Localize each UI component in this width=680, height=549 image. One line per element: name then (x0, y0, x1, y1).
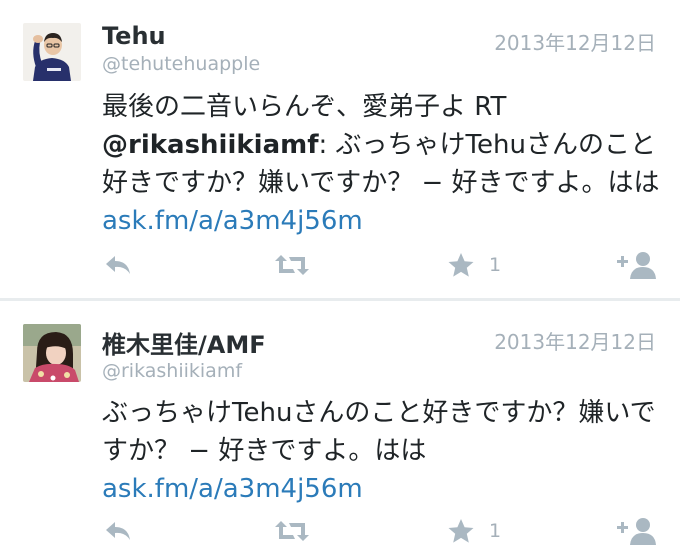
tweet-item[interactable]: Tehu @tehutehuapple 2013年12月12日 最後の二音いらん… (0, 0, 680, 298)
user-handle[interactable]: @rikashiikiamf (102, 360, 242, 382)
follow-icon (617, 252, 656, 279)
user-handle[interactable]: @tehutehuapple (102, 53, 260, 75)
avatar[interactable] (23, 23, 81, 81)
retweet-button[interactable] (275, 248, 309, 282)
favorite-button[interactable]: 1 (447, 514, 501, 548)
tweet-text-segment: 最後の二音いらんぞ、愛弟子よ RT (102, 92, 507, 122)
reply-icon (106, 522, 130, 540)
display-name[interactable]: 椎木里佳/AMF (102, 325, 266, 360)
tweet-text: ぶっちゃけTehuさんのこと好きですか？嫌いですか？ − 好きですよ。はは as… (102, 394, 667, 508)
favorite-count: 1 (489, 520, 502, 542)
favorite-count: 1 (489, 254, 502, 276)
tweet-actions: 1 (0, 248, 680, 282)
tweet-timestamp: 2013年12月12日 (494, 330, 656, 354)
display-name[interactable]: Tehu (102, 22, 166, 50)
url-link[interactable]: ask.fm/a/a3m4j56m (102, 206, 363, 236)
follow-button[interactable] (616, 514, 658, 548)
favorite-button[interactable]: 1 (447, 248, 501, 282)
star-icon (448, 253, 474, 277)
follow-button[interactable] (616, 248, 658, 282)
follow-icon (617, 518, 656, 545)
tweet-actions: 1 (0, 514, 680, 548)
tweet-text-segment: ぶっちゃけTehuさんのこと好きですか？嫌いですか？ − 好きですよ。はは (102, 398, 656, 466)
tweet-item[interactable]: 椎木里佳/AMF @rikashiikiamf 2013年12月12日 ぶっちゃ… (0, 302, 680, 549)
retweet-icon (275, 255, 309, 275)
reply-button[interactable] (104, 248, 132, 282)
tweet-text: 最後の二音いらんぞ、愛弟子よ RT @rikashiikiamf: ぶっちゃけT… (102, 88, 667, 240)
mention-link[interactable]: @rikashiikiamf (102, 130, 319, 160)
retweet-button[interactable] (275, 514, 309, 548)
reply-button[interactable] (104, 514, 132, 548)
avatar[interactable] (23, 324, 81, 382)
tweet-divider (0, 298, 680, 301)
reply-icon (106, 256, 130, 274)
url-link[interactable]: ask.fm/a/a3m4j56m (102, 474, 363, 504)
star-icon (448, 519, 474, 543)
retweet-icon (275, 521, 309, 541)
tweet-timestamp: 2013年12月12日 (494, 31, 656, 55)
